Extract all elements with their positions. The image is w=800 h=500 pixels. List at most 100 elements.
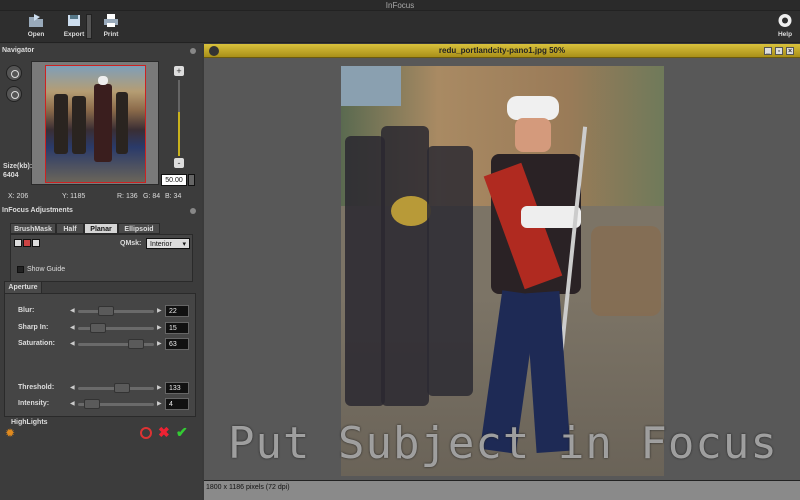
zoom-minus-button[interactable]: -: [174, 158, 184, 168]
document-icon: [209, 46, 219, 56]
tab-ellipsoid[interactable]: Ellipsoid: [118, 223, 160, 234]
file-size: Size(kb): 6404: [3, 162, 32, 180]
open-button[interactable]: Open: [18, 13, 54, 38]
highlights-label: HighLights: [11, 419, 48, 426]
sky-area: [341, 66, 401, 106]
intensity-slider[interactable]: [78, 399, 154, 409]
sharp-row: Sharp In: ◀ ▶ 15: [5, 322, 197, 334]
saturation-row: Saturation: ◀ ▶ 63: [5, 338, 197, 350]
print-button[interactable]: Print: [93, 13, 129, 38]
tab-half[interactable]: Half: [56, 223, 84, 234]
pin-icon[interactable]: [190, 208, 196, 214]
right-arrow-icon[interactable]: ▶: [157, 400, 162, 407]
viewer-titlebar: redu_portlandcity-pano1.jpg 50% _ ▫ ×: [204, 44, 800, 58]
x-coordinate: X: 206: [8, 193, 29, 200]
print-label: Print: [103, 31, 119, 38]
red-value: R: 136: [117, 193, 138, 200]
zoom-slider-fill: [178, 112, 180, 156]
threshold-row: Threshold: ◀ ▶ 133: [5, 382, 197, 394]
navigator-preview[interactable]: [31, 61, 159, 185]
tab-brushmask[interactable]: BrushMask: [10, 223, 56, 234]
zoom-out-icon[interactable]: [6, 86, 22, 102]
tab-aperture[interactable]: Aperture: [4, 281, 42, 293]
left-arrow-icon[interactable]: ◀: [70, 384, 75, 391]
right-arrow-icon[interactable]: ▶: [157, 324, 162, 331]
export-label: Export: [63, 31, 85, 38]
saturation-label: Saturation:: [18, 340, 55, 347]
left-arrow-icon[interactable]: ◀: [70, 324, 75, 331]
show-guide-checkbox[interactable]: [17, 266, 24, 273]
navigator-title: Navigator: [2, 47, 35, 54]
minimize-button[interactable]: _: [764, 47, 772, 55]
clear-mask-icon[interactable]: [23, 239, 31, 247]
blur-slider[interactable]: [78, 306, 154, 316]
sharp-slider-thumb[interactable]: [90, 323, 106, 333]
intensity-value[interactable]: 4: [165, 398, 189, 410]
help-lifebuoy-icon: [778, 14, 792, 27]
zoom-plus-button[interactable]: +: [174, 66, 184, 76]
saturation-value[interactable]: 63: [165, 338, 189, 350]
saturation-slider-thumb[interactable]: [128, 339, 144, 349]
intensity-slider-thumb[interactable]: [84, 399, 100, 409]
saturation-slider[interactable]: [78, 339, 154, 349]
window-title: InFocus: [0, 0, 800, 11]
threshold-slider-thumb[interactable]: [114, 383, 130, 393]
help-button[interactable]: Help: [767, 13, 800, 38]
photo-canvas[interactable]: [341, 66, 664, 476]
zoom-value-field[interactable]: 50.00: [161, 174, 187, 186]
size-value: 6404: [3, 172, 19, 179]
reset-icon[interactable]: [140, 427, 152, 439]
intensity-row: Intensity: ◀ ▶ 4: [5, 398, 197, 410]
sharp-slider[interactable]: [78, 323, 154, 333]
left-arrow-icon[interactable]: ◀: [70, 400, 75, 407]
right-arrow-icon[interactable]: ▶: [157, 307, 162, 314]
export-dropdown-arrow[interactable]: [86, 14, 92, 39]
apply-checkmark-icon[interactable]: ✔: [176, 425, 188, 439]
open-icon: [29, 14, 43, 27]
print-icon: [104, 14, 118, 27]
qmsk-value: Interior: [150, 241, 172, 248]
blue-value: B: 34: [165, 193, 182, 200]
right-arrow-icon[interactable]: ▶: [157, 340, 162, 347]
qmsk-label: QMsk:: [120, 240, 142, 247]
tab-planar[interactable]: Planar: [84, 223, 118, 234]
blur-value[interactable]: 22: [165, 305, 189, 317]
zoom-slider[interactable]: + -: [173, 66, 187, 168]
spectators: [591, 226, 661, 316]
image-dimensions: 1800 x 1186 pixels (72 dpi): [206, 484, 290, 491]
maximize-button[interactable]: ▫: [775, 47, 783, 55]
intensity-label: Intensity:: [18, 400, 50, 407]
planar-panel: QMsk: Interior ▾ Show Guide: [10, 234, 193, 282]
threshold-label: Threshold:: [18, 384, 55, 391]
blur-slider-thumb[interactable]: [98, 306, 114, 316]
brass-instrument: [391, 196, 431, 226]
mask-mode-icon[interactable]: [14, 239, 22, 247]
zoom-in-icon[interactable]: [6, 65, 22, 81]
sharp-label: Sharp In:: [18, 324, 49, 331]
navigator-thumbnail[interactable]: [45, 65, 146, 183]
right-arrow-icon[interactable]: ▶: [157, 384, 162, 391]
show-guide-label: Show Guide: [27, 266, 66, 273]
toolbar: Open Export Print Help: [0, 11, 800, 43]
qmsk-select[interactable]: Interior ▾: [146, 238, 190, 249]
pencil-icon[interactable]: [32, 239, 40, 247]
y-coordinate: Y: 1185: [62, 193, 86, 200]
zoom-stepper[interactable]: [188, 174, 195, 186]
navigator-header: Navigator: [0, 46, 202, 56]
threshold-slider[interactable]: [78, 383, 154, 393]
viewer-title: redu_portlandcity-pano1.jpg 50%: [438, 46, 566, 55]
close-button[interactable]: ×: [786, 47, 794, 55]
left-arrow-icon[interactable]: ◀: [70, 307, 75, 314]
settings-gear-icon[interactable]: ✹: [5, 427, 17, 439]
app-window: InFocus Open Export Print Help Navigator: [0, 0, 800, 500]
status-bar: 1800 x 1186 pixels (72 dpi): [204, 480, 800, 500]
sharp-value[interactable]: 15: [165, 322, 189, 334]
threshold-value[interactable]: 133: [165, 382, 189, 394]
background-marcher: [381, 126, 429, 406]
open-label: Open: [27, 31, 45, 38]
export-icon: [68, 15, 80, 26]
pin-icon[interactable]: [190, 48, 196, 54]
help-label: Help: [777, 31, 793, 38]
left-arrow-icon[interactable]: ◀: [70, 340, 75, 347]
cancel-icon[interactable]: ✖: [158, 425, 170, 439]
